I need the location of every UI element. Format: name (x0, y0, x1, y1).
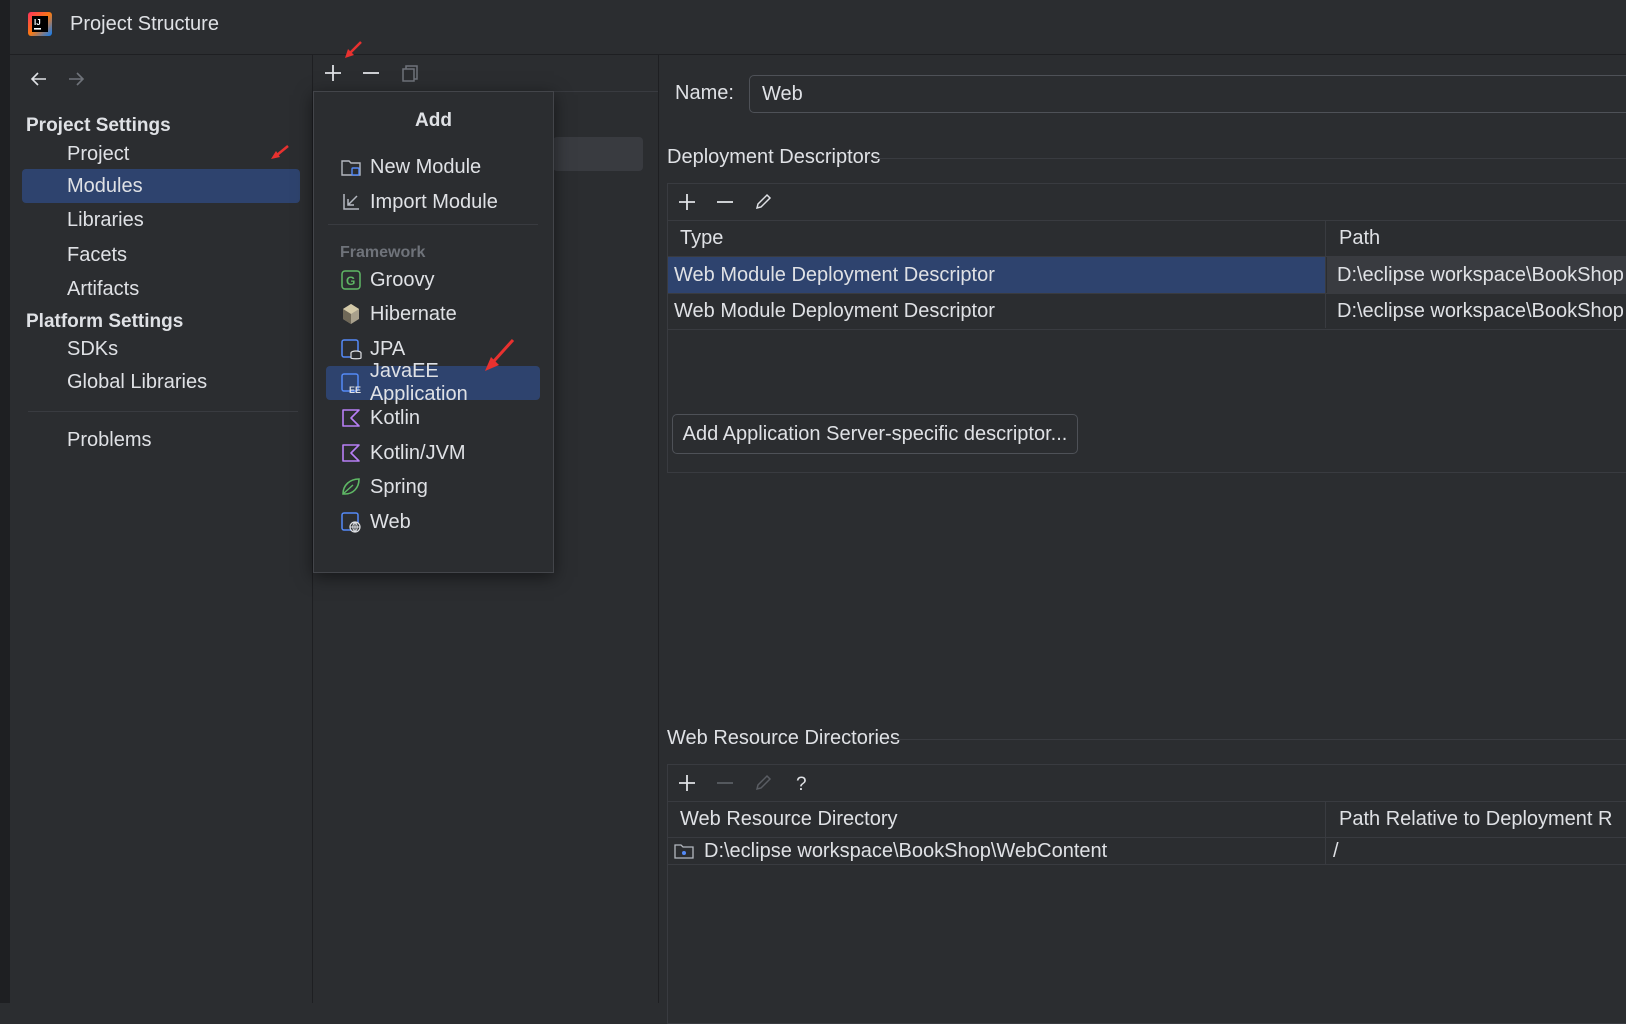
descriptor-path: D:\eclipse workspace\BookShop (1337, 300, 1624, 322)
descriptor-path: D:\eclipse workspace\BookShop (1327, 257, 1626, 293)
annotation-arrow (344, 40, 364, 60)
nav-item-artifacts[interactable]: Artifacts (22, 272, 300, 306)
web-icon (339, 510, 363, 534)
kotlin-jvm-icon (339, 441, 363, 465)
deployment-descriptors-title: Deployment Descriptors (667, 146, 881, 168)
window-title: Project Structure (70, 13, 219, 35)
table-row[interactable]: D:\eclipse workspace\BookShop\WebContent… (668, 838, 1626, 865)
settings-navigation: Project Settings Project Modules Librari… (10, 55, 313, 1003)
hibernate-icon (339, 302, 363, 326)
menu-item-groovy[interactable]: G Groovy (326, 263, 540, 297)
column-divider (1325, 801, 1326, 864)
resource-directory-path: D:\eclipse workspace\BookShop\WebContent (704, 840, 1108, 862)
table-row[interactable]: Web Module Deployment Descriptor D:\ecli… (668, 257, 1626, 294)
nav-item-libraries[interactable]: Libraries (22, 203, 300, 237)
import-module-icon (339, 190, 363, 214)
folder-icon (674, 841, 694, 861)
menu-item-hibernate[interactable]: Hibernate (326, 297, 540, 331)
arrow-left-icon[interactable] (26, 66, 52, 92)
javaee-icon: EE (339, 371, 363, 395)
column-header-path-relative[interactable]: Path Relative to Deployment R (1327, 801, 1626, 837)
jpa-icon (339, 337, 363, 361)
nav-item-sdks[interactable]: SDKs (22, 332, 300, 366)
edit-icon[interactable] (750, 770, 776, 796)
platform-settings-header: Platform Settings (26, 311, 184, 332)
title-bar (10, 0, 1626, 55)
spring-icon (339, 475, 363, 499)
annotation-arrow (270, 144, 290, 160)
svg-text:?: ? (796, 774, 807, 793)
descriptor-type: Web Module Deployment Descriptor (674, 300, 995, 322)
selected-module-row[interactable] (553, 137, 643, 171)
name-label: Name: (675, 82, 734, 104)
plus-icon[interactable] (320, 60, 346, 86)
module-details-pane: Name: Deployment Descriptors Type Path W… (659, 55, 1626, 1024)
resources-table-toolbar: ? (668, 765, 1626, 802)
copy-icon[interactable] (397, 60, 423, 86)
plus-icon[interactable] (674, 189, 700, 215)
help-icon[interactable]: ? (788, 770, 814, 796)
project-settings-header: Project Settings (26, 115, 171, 136)
nav-item-modules[interactable]: Modules (22, 169, 300, 203)
svg-text:EE: EE (349, 385, 361, 394)
new-module-icon (339, 155, 363, 179)
svg-text:G: G (346, 274, 355, 288)
column-header-path[interactable]: Path (1327, 220, 1626, 256)
kotlin-icon (339, 406, 363, 430)
nav-divider (28, 411, 298, 412)
popup-divider (328, 224, 538, 225)
group-divider (885, 739, 1626, 740)
deployment-table-header: Type Path (668, 220, 1626, 257)
arrow-right-icon[interactable] (63, 66, 89, 92)
web-resource-directories-table: ? Web Resource Directory Path Relative t… (667, 764, 1626, 1024)
column-header-web-resource-directory[interactable]: Web Resource Directory (668, 801, 1326, 837)
nav-item-problems[interactable]: Problems (22, 423, 300, 457)
add-popup-menu: Add New Module Import Module Framework G… (313, 91, 554, 573)
minus-icon[interactable] (712, 770, 738, 796)
name-field[interactable] (749, 75, 1626, 113)
nav-item-project[interactable]: Project (22, 137, 300, 171)
nav-item-facets[interactable]: Facets (22, 238, 300, 272)
menu-item-import-module[interactable]: Import Module (326, 185, 540, 219)
intellij-icon: IJ (28, 12, 52, 36)
edit-icon[interactable] (750, 189, 776, 215)
resources-table-header: Web Resource Directory Path Relative to … (668, 801, 1626, 838)
nav-item-global-libraries[interactable]: Global Libraries (22, 365, 300, 399)
menu-item-kotlin[interactable]: Kotlin (326, 401, 540, 435)
add-server-descriptor-button[interactable]: Add Application Server-specific descript… (672, 414, 1078, 454)
group-divider (877, 158, 1626, 159)
groovy-icon: G (339, 268, 363, 292)
menu-item-new-module[interactable]: New Module (326, 150, 540, 184)
popup-title: Add (415, 110, 452, 131)
resource-relative-path: / (1333, 840, 1339, 862)
minus-icon[interactable] (712, 189, 738, 215)
left-edge-strip (0, 0, 10, 1003)
menu-item-spring[interactable]: Spring (326, 470, 540, 504)
menu-item-web[interactable]: Web (326, 505, 540, 539)
column-divider (1325, 220, 1326, 328)
annotation-arrow (484, 338, 516, 372)
minus-icon[interactable] (358, 60, 384, 86)
column-header-type[interactable]: Type (668, 220, 1326, 256)
table-row[interactable]: Web Module Deployment Descriptor D:\ecli… (668, 293, 1626, 330)
deployment-table-toolbar (668, 184, 1626, 221)
framework-header: Framework (340, 244, 426, 261)
svg-text:IJ: IJ (34, 18, 41, 27)
descriptor-type: Web Module Deployment Descriptor (668, 257, 1325, 293)
plus-icon[interactable] (674, 770, 700, 796)
web-resource-directories-title: Web Resource Directories (667, 727, 901, 749)
menu-item-kotlin-jvm[interactable]: Kotlin/JVM (326, 436, 540, 470)
